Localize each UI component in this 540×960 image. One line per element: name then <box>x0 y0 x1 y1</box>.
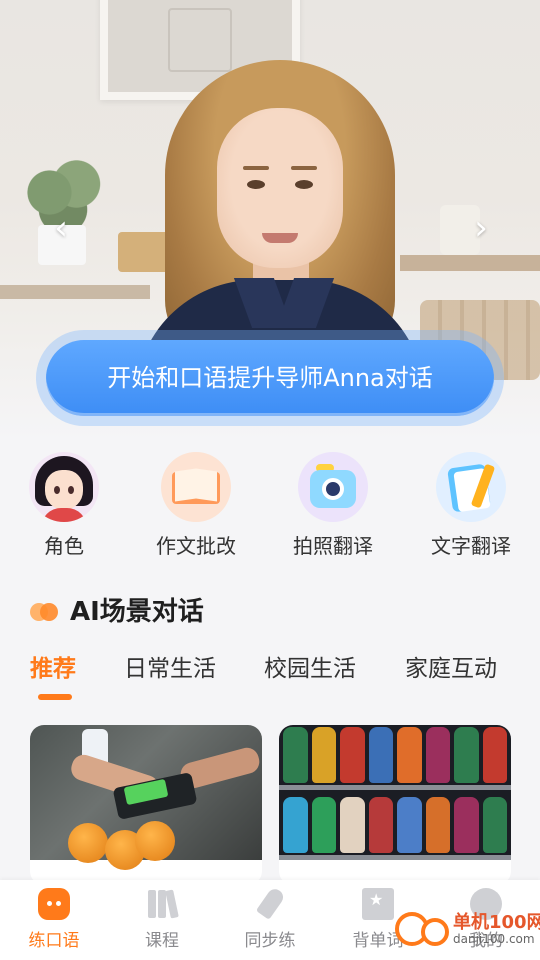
tutor-anna-portrait <box>135 60 425 400</box>
previous-arrow-icon[interactable]: ‹ <box>46 210 76 246</box>
rocket-icon <box>254 886 287 920</box>
shelf <box>0 285 150 299</box>
category-tabs: 推荐 日常生活 校园生活 家庭互动 <box>0 650 540 700</box>
watermark-url: danji100.com <box>453 932 535 946</box>
active-tab-indicator <box>38 694 72 700</box>
nav-sync-practice[interactable]: 同步练 <box>216 880 324 960</box>
section-title: AI场景对话 <box>70 597 204 627</box>
tab-family-interaction[interactable]: 家庭互动 <box>405 650 497 688</box>
camera-icon <box>298 452 368 522</box>
notepad-pen-icon <box>436 452 506 522</box>
tool-label: 角色 <box>44 534 84 558</box>
tool-label: 拍照翻译 <box>293 534 373 558</box>
character-icon <box>29 452 99 522</box>
site-watermark: 单机100网 danji100.com <box>395 912 540 958</box>
scene-card-drinks[interactable] <box>279 725 511 885</box>
quick-tools: 角色 作文批改 拍照翻译 文字翻译 <box>0 450 540 560</box>
next-arrow-icon[interactable]: › <box>466 210 496 246</box>
watermark-logo-icon <box>421 918 449 946</box>
tool-label: 作文批改 <box>156 534 236 558</box>
nav-label: 课程 <box>145 931 179 951</box>
watermark-title: 单机100网 <box>453 912 540 933</box>
tool-essay-correction[interactable]: 作文批改 <box>136 450 256 560</box>
scene-image <box>30 725 262 870</box>
tab-daily-life[interactable]: 日常生活 <box>124 650 216 688</box>
tab-recommended[interactable]: 推荐 <box>30 650 76 688</box>
tool-text-translate[interactable]: 文字翻译 <box>411 450 531 560</box>
section-dot-icon <box>40 603 58 621</box>
books-icon <box>146 888 179 920</box>
nav-label: 练口语 <box>28 931 80 951</box>
start-conversation-button[interactable]: 开始和口语提升导师Anna对话 <box>46 340 494 416</box>
tool-character[interactable]: 角色 <box>4 450 124 560</box>
scene-image <box>279 725 511 860</box>
tab-campus-life[interactable]: 校园生活 <box>264 650 356 688</box>
scene-card-checkout[interactable] <box>30 725 262 885</box>
cta-glow: 开始和口语提升导师Anna对话 <box>36 330 504 426</box>
nav-speaking-practice[interactable]: 练口语 <box>0 880 108 960</box>
tool-photo-translate[interactable]: 拍照翻译 <box>273 450 393 560</box>
nav-label: 同步练 <box>244 931 296 951</box>
word-book-icon: ★ <box>362 888 394 920</box>
tool-label: 文字翻译 <box>431 534 511 558</box>
nav-courses[interactable]: 课程 <box>108 880 216 960</box>
book-icon <box>161 452 231 522</box>
chat-bubble-icon <box>38 888 70 920</box>
